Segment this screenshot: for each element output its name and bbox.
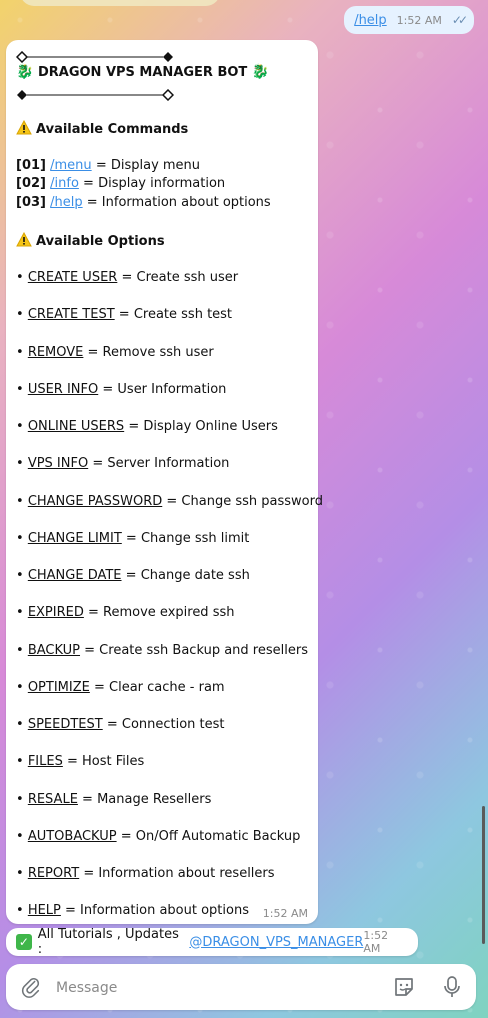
options-heading-text: Available Options bbox=[36, 234, 165, 249]
option-name: HELP bbox=[27, 903, 61, 919]
option-name: OPTIMIZE bbox=[27, 679, 90, 695]
option-name: BACKUP bbox=[27, 642, 81, 658]
option-name: SPEEDTEST bbox=[27, 717, 103, 732]
command-link[interactable]: /menu bbox=[50, 158, 92, 173]
option-line: • VPS INFO = Server Information bbox=[16, 456, 230, 472]
option-name: CHANGE LIMIT bbox=[27, 530, 122, 546]
tutorials-time: 1:52 AM bbox=[363, 929, 389, 955]
tutorials-text: All Tutorials , Updates : bbox=[37, 927, 179, 957]
option-description: = Create ssh user bbox=[121, 270, 239, 285]
option-description: = Create ssh test bbox=[118, 307, 233, 323]
option-description: = Clear cache - ram bbox=[93, 679, 225, 695]
bot-title: 🐉 DRAGON VPS MANAGER BOT 🐉 bbox=[16, 64, 269, 80]
option-line: • REMOVE = Remove ssh user bbox=[16, 344, 214, 360]
option-description: = Change ssh password bbox=[166, 493, 323, 509]
option-description: = Information about resellers bbox=[83, 866, 275, 881]
paperclip-icon[interactable] bbox=[20, 976, 42, 998]
option-name: CREATE TEST bbox=[27, 307, 115, 323]
option-description: = Remove expired ssh bbox=[88, 605, 235, 621]
option-name: REPORT bbox=[27, 866, 80, 881]
separator-line bbox=[15, 48, 174, 64]
option-line: • CREATE TEST = Create ssh test bbox=[16, 307, 233, 323]
option-line: • OPTIMIZE = Clear cache - ram bbox=[16, 679, 225, 695]
tutorials-message[interactable]: ✓ All Tutorials , Updates : @DRAGON_VPS_… bbox=[6, 927, 418, 957]
option-name: AUTOBACKUP bbox=[27, 828, 117, 844]
option-name: EXPIRED bbox=[27, 605, 84, 621]
option-name: CREATE USER bbox=[27, 270, 118, 285]
option-description: = Remove ssh user bbox=[87, 344, 214, 360]
command-line: [03] /help = Information about options bbox=[16, 195, 271, 210]
check-mark-icon: ✓ bbox=[16, 934, 32, 950]
option-description: = Create ssh Backup and resellers bbox=[84, 642, 308, 658]
microphone-icon[interactable] bbox=[442, 975, 462, 999]
bot-message[interactable]: 🐉 DRAGON VPS MANAGER BOT 🐉 Available Com… bbox=[6, 40, 323, 924]
warning-icon bbox=[16, 231, 32, 247]
option-description: = Change date ssh bbox=[125, 568, 250, 583]
option-line: • USER INFO = User Information bbox=[16, 381, 227, 397]
sent-time: 1:52 AM bbox=[396, 13, 442, 27]
option-line: • CHANGE LIMIT = Change ssh limit bbox=[16, 530, 250, 546]
previous-message-edge bbox=[20, 0, 220, 6]
option-name: CHANGE DATE bbox=[27, 568, 122, 583]
option-line: • REPORT = Information about resellers bbox=[16, 866, 275, 881]
commands-heading-text: Available Commands bbox=[36, 122, 189, 137]
separator-line bbox=[16, 86, 175, 102]
message-time: 1:52 AM bbox=[262, 907, 308, 920]
chat-scrollbar[interactable] bbox=[482, 806, 485, 944]
option-description: = On/Off Automatic Backup bbox=[120, 828, 301, 844]
option-description: = Display Online Users bbox=[128, 419, 278, 434]
option-line: • ONLINE USERS = Display Online Users bbox=[16, 419, 278, 434]
command-line: [01] /menu = Display menu bbox=[16, 158, 201, 173]
sent-command[interactable]: /help bbox=[354, 13, 386, 28]
option-description: = Server Information bbox=[92, 456, 230, 472]
option-name: FILES bbox=[27, 754, 63, 770]
option-name: VPS INFO bbox=[27, 456, 89, 472]
outgoing-message[interactable]: /help 1:52 AM ✓✓ bbox=[344, 6, 474, 34]
option-description: = User Information bbox=[102, 381, 227, 397]
dragon-icon: 🐉 bbox=[16, 64, 34, 80]
double-check-icon: ✓✓ bbox=[451, 13, 468, 27]
option-line: • CREATE USER = Create ssh user bbox=[16, 270, 239, 285]
option-line: • EXPIRED = Remove expired ssh bbox=[16, 605, 235, 621]
option-line: • FILES = Host Files bbox=[16, 754, 145, 770]
commands-heading: Available Commands bbox=[16, 119, 189, 137]
option-line: • BACKUP = Create ssh Backup and reselle… bbox=[16, 642, 308, 658]
option-line: • CHANGE PASSWORD = Change ssh password bbox=[16, 493, 323, 509]
option-name: REMOVE bbox=[27, 344, 84, 360]
message-composer bbox=[6, 964, 476, 1010]
option-description: = Host Files bbox=[66, 754, 145, 770]
warning-icon bbox=[16, 119, 32, 135]
option-line: • AUTOBACKUP = On/Off Automatic Backup bbox=[16, 828, 301, 844]
dragon-icon: 🐉 bbox=[251, 64, 270, 80]
option-line: • CHANGE DATE = Change date ssh bbox=[16, 568, 250, 583]
channel-link[interactable]: @DRAGON_VPS_MANAGER bbox=[189, 935, 363, 950]
option-line: • RESALE = Manage Resellers bbox=[16, 791, 212, 807]
command-link[interactable]: /info bbox=[50, 176, 79, 191]
option-description: = Connection test bbox=[106, 717, 225, 732]
options-heading: Available Options bbox=[16, 231, 165, 249]
message-input[interactable] bbox=[54, 976, 378, 1000]
command-line: [02] /info = Display information bbox=[16, 176, 226, 191]
option-description: = Manage Resellers bbox=[82, 791, 212, 807]
option-name: ONLINE USERS bbox=[27, 419, 125, 434]
option-name: CHANGE PASSWORD bbox=[27, 493, 163, 509]
option-description: = Change ssh limit bbox=[125, 530, 250, 546]
option-name: USER INFO bbox=[27, 381, 99, 397]
option-description: = Information about options bbox=[65, 903, 249, 919]
bot-title-text: DRAGON VPS MANAGER BOT bbox=[37, 65, 248, 80]
sticker-icon[interactable] bbox=[392, 975, 416, 999]
command-link[interactable]: /help bbox=[50, 195, 82, 210]
option-line: • HELP = Information about options bbox=[16, 903, 249, 919]
option-name: RESALE bbox=[27, 791, 78, 807]
option-line: • SPEEDTEST = Connection test bbox=[16, 717, 225, 732]
